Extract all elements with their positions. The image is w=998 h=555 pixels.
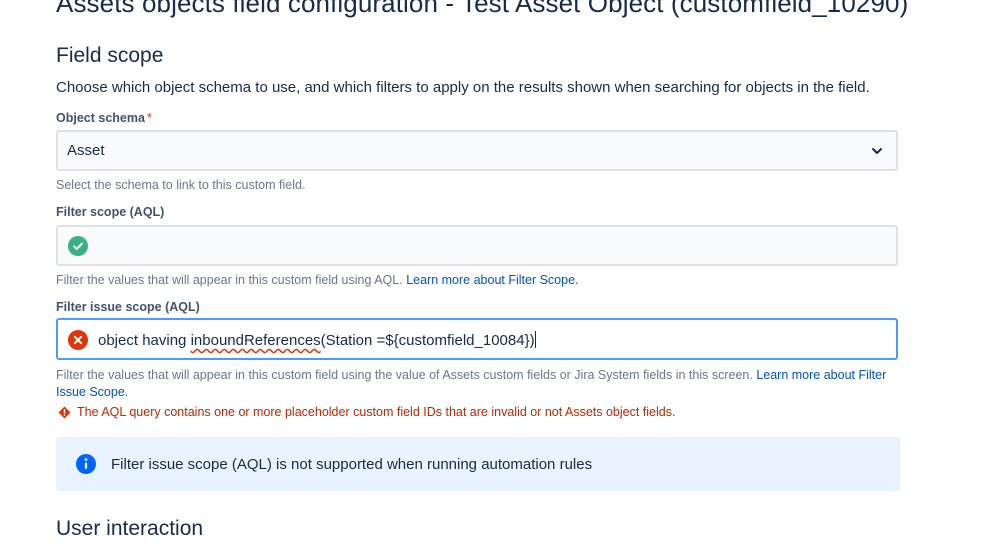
- info-banner-message: Filter issue scope (AQL) is not supporte…: [111, 456, 593, 473]
- filter-scope-helper-text: Filter the values that will appear in th…: [56, 273, 403, 287]
- check-circle-icon: [68, 236, 88, 256]
- page-title: Assets objects field configuration - Tes…: [56, 0, 909, 18]
- field-scope-heading: Field scope: [56, 44, 164, 67]
- info-banner: Filter issue scope (AQL) is not supporte…: [56, 437, 900, 491]
- field-scope-description: Choose which object schema to use, and w…: [56, 79, 870, 96]
- filter-issue-scope-helper: Filter the values that will appear in th…: [56, 367, 901, 401]
- filter-issue-scope-helper-text: Filter the values that will appear in th…: [56, 368, 753, 382]
- info-circle-icon: [76, 454, 96, 474]
- text-cursor: [534, 331, 536, 348]
- object-schema-label-text: Object schema: [56, 111, 145, 125]
- user-interaction-heading: User interaction: [56, 517, 204, 540]
- chevron-down-icon[interactable]: [870, 144, 884, 158]
- object-schema-selected-value: Asset: [67, 142, 105, 159]
- filter-issue-scope-input[interactable]: object having inboundReferences(Station …: [56, 318, 898, 360]
- filter-issue-scope-error: The AQL query contains one or more place…: [58, 405, 675, 419]
- aql-text-prefix: object having: [98, 332, 191, 349]
- filter-scope-label: Filter scope (AQL): [56, 205, 165, 219]
- object-schema-select[interactable]: Asset: [56, 130, 898, 171]
- filter-scope-input[interactable]: [56, 225, 898, 266]
- filter-scope-learn-more-link[interactable]: Learn more about Filter Scope.: [406, 273, 578, 287]
- filter-issue-scope-value[interactable]: object having inboundReferences(Station …: [98, 331, 536, 349]
- error-message: The AQL query contains one or more place…: [77, 405, 676, 419]
- object-schema-helper: Select the schema to link to this custom…: [56, 178, 306, 192]
- aql-text-suffix: (Station =${customfield_10084}): [320, 332, 535, 349]
- filter-issue-scope-label: Filter issue scope (AQL): [56, 300, 200, 314]
- required-indicator: *: [146, 111, 152, 125]
- filter-scope-helper: Filter the values that will appear in th…: [56, 273, 579, 287]
- object-schema-label: Object schema *: [56, 111, 152, 125]
- cross-circle-icon: [68, 330, 88, 350]
- aql-spellcheck-flagged-word: inboundReferences: [190, 332, 321, 349]
- error-diamond-icon: [58, 406, 71, 418]
